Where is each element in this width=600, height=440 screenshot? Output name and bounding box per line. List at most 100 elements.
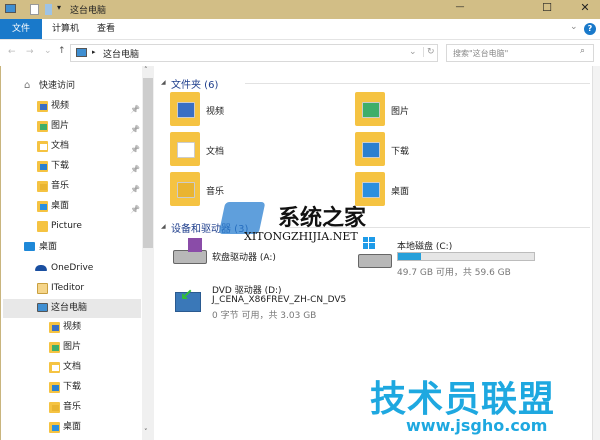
forward-button[interactable]: → bbox=[26, 47, 34, 57]
computer-icon bbox=[5, 4, 16, 13]
breadcrumb-separator[interactable]: ▸ bbox=[92, 48, 96, 56]
folder-item[interactable]: 文档 bbox=[170, 132, 350, 168]
tab-view[interactable]: 查看 bbox=[87, 19, 125, 39]
devices-header[interactable]: 设备和驱动器 (3) bbox=[171, 220, 248, 235]
sidebar-item-quick-access[interactable]: ⌂ 快速访问 bbox=[1, 77, 141, 96]
sidebar-item-label: 视频 bbox=[63, 322, 82, 332]
recent-locations-button[interactable]: ⌄ bbox=[44, 46, 52, 56]
sidebar-item-quick-5[interactable]: 桌面 📌 bbox=[1, 197, 141, 216]
folder-icon bbox=[49, 322, 60, 333]
collapse-icon[interactable]: ◢ bbox=[161, 223, 166, 230]
folder-label: 音乐 bbox=[206, 187, 225, 197]
qat-dropdown-icon[interactable]: ▾ bbox=[57, 3, 61, 12]
folder-icon bbox=[37, 221, 48, 232]
sidebar-item-pc-2[interactable]: 文档 bbox=[1, 358, 141, 377]
help-icon[interactable]: ? bbox=[584, 23, 596, 35]
folder-item[interactable]: 图片 bbox=[355, 92, 535, 128]
title-bar: ▾ 这台电脑 — ☐ ✕ bbox=[0, 0, 600, 19]
folder-overlay-icon bbox=[52, 345, 59, 351]
sidebar-item-quick-3[interactable]: 下载 📌 bbox=[1, 157, 141, 176]
sidebar-item-quick-0[interactable]: 视频 📌 bbox=[1, 97, 141, 116]
back-button[interactable]: ← bbox=[8, 47, 16, 57]
onedrive-icon bbox=[35, 265, 47, 271]
close-button[interactable]: ✕ bbox=[570, 1, 600, 14]
search-icon[interactable]: ⌕ bbox=[580, 46, 585, 56]
divider bbox=[245, 83, 590, 84]
folder-item[interactable]: 桌面 bbox=[355, 172, 535, 208]
computer-icon bbox=[76, 48, 87, 57]
sidebar-item-label: 桌面 bbox=[51, 201, 70, 211]
folder-icon bbox=[37, 181, 48, 192]
window-title: 这台电脑 bbox=[70, 6, 107, 16]
folder-icon bbox=[170, 172, 200, 206]
folder-overlay-icon bbox=[362, 182, 380, 198]
folder-icon bbox=[37, 121, 48, 132]
refresh-button[interactable]: ↻ bbox=[423, 47, 435, 57]
folder-overlay-icon bbox=[40, 124, 47, 130]
tab-file[interactable]: 文件 bbox=[0, 19, 42, 39]
sidebar-item-onedrive[interactable]: OneDrive bbox=[1, 259, 141, 278]
folder-icon bbox=[49, 382, 60, 393]
folder-overlay-icon bbox=[40, 164, 47, 170]
sidebar-item-quick-4[interactable]: 音乐 📌 bbox=[1, 177, 141, 196]
folder-icon bbox=[49, 342, 60, 353]
sidebar-item-quick-2[interactable]: 文档 📌 bbox=[1, 137, 141, 156]
search-box[interactable]: 搜索"这台电脑" ⌕ bbox=[446, 44, 594, 62]
properties-icon[interactable] bbox=[30, 4, 39, 15]
folder-overlay-icon bbox=[40, 144, 47, 150]
sidebar-item-label: 文档 bbox=[51, 141, 70, 151]
breadcrumb-this-pc[interactable]: 这台电脑 bbox=[103, 47, 139, 60]
sidebar-item-iteditor[interactable]: ITeditor bbox=[1, 279, 141, 298]
search-input[interactable]: 搜索"这台电脑" bbox=[453, 48, 508, 59]
scrollbar-thumb[interactable] bbox=[143, 78, 153, 248]
drive-usage-fill bbox=[398, 253, 421, 260]
drive-c[interactable]: 本地磁盘 (C:) 49.7 GB 可用，共 59.6 GB bbox=[355, 236, 595, 282]
folder-icon bbox=[37, 141, 48, 152]
scroll-down-icon[interactable]: ˅ bbox=[144, 428, 148, 436]
collapse-icon[interactable]: ◢ bbox=[161, 79, 166, 86]
folder-item[interactable]: 下载 bbox=[355, 132, 535, 168]
sidebar-item-pc-3[interactable]: 下载 bbox=[1, 378, 141, 397]
folder-label: 视频 bbox=[206, 107, 225, 117]
folder-overlay-icon bbox=[40, 204, 47, 210]
sidebar-item-quick-1[interactable]: 图片 📌 bbox=[1, 117, 141, 136]
drive-name: 本地磁盘 (C:) bbox=[397, 242, 453, 252]
address-row: ← → ⌄ ↑ ▸ 这台电脑 ⌄ ↻ 搜索"这台电脑" ⌕ bbox=[0, 40, 600, 66]
drive-usage-bar bbox=[397, 252, 535, 261]
folders-header[interactable]: 文件夹 (6) bbox=[171, 76, 218, 91]
desktop-icon bbox=[24, 242, 35, 251]
drive-floppy[interactable]: 软盘驱动器 (A:) bbox=[170, 236, 340, 272]
sidebar-item-this-pc[interactable]: 这台电脑 bbox=[3, 299, 141, 318]
maximize-button[interactable]: ☐ bbox=[532, 1, 562, 14]
folder-overlay-icon bbox=[40, 184, 47, 190]
computer-icon bbox=[37, 303, 48, 312]
scroll-up-icon[interactable]: ˄ bbox=[144, 66, 148, 74]
sidebar-item-desktop[interactable]: 桌面 bbox=[1, 238, 141, 257]
tab-computer[interactable]: 计算机 bbox=[42, 19, 89, 39]
folder-overlay-icon bbox=[52, 425, 59, 431]
folder-item[interactable]: 音乐 bbox=[170, 172, 350, 208]
up-button[interactable]: ↑ bbox=[58, 46, 66, 56]
sidebar-item-pc-0[interactable]: 视频 bbox=[1, 318, 141, 337]
folder-label: 文档 bbox=[206, 147, 225, 157]
sidebar-item-label: 视频 bbox=[51, 101, 70, 111]
minimize-button[interactable]: — bbox=[445, 2, 475, 12]
new-folder-icon[interactable] bbox=[45, 4, 52, 15]
folder-icon bbox=[49, 362, 60, 373]
sidebar-scrollbar[interactable]: ˄ ˅ bbox=[142, 66, 154, 440]
sidebar-item-pc-1[interactable]: 图片 bbox=[1, 338, 141, 357]
sidebar-item-pc-5[interactable]: 桌面 bbox=[1, 418, 141, 437]
address-dropdown-icon[interactable]: ⌄ bbox=[409, 47, 417, 57]
home-icon: ⌂ bbox=[24, 80, 31, 91]
folder-item[interactable]: 视频 bbox=[170, 92, 350, 128]
address-bar[interactable]: ▸ 这台电脑 ⌄ ↻ bbox=[70, 44, 438, 62]
sidebar-item-quick-6[interactable]: Picture bbox=[1, 217, 141, 236]
sidebar-item-pc-4[interactable]: 音乐 bbox=[1, 398, 141, 417]
folder-overlay-icon bbox=[52, 385, 59, 391]
folder-icon bbox=[355, 92, 385, 126]
windows-logo-icon bbox=[363, 237, 375, 249]
expand-ribbon-icon[interactable]: ⌄ bbox=[570, 22, 578, 32]
folder-overlay-icon bbox=[40, 224, 47, 230]
drive-dvd[interactable]: ↙ DVD 驱动器 (D:) J_CENA_X86FREV_ZH-CN_DV5 … bbox=[170, 280, 430, 330]
ribbon: 文件 计算机 查看 ⌄ ? bbox=[0, 19, 600, 40]
